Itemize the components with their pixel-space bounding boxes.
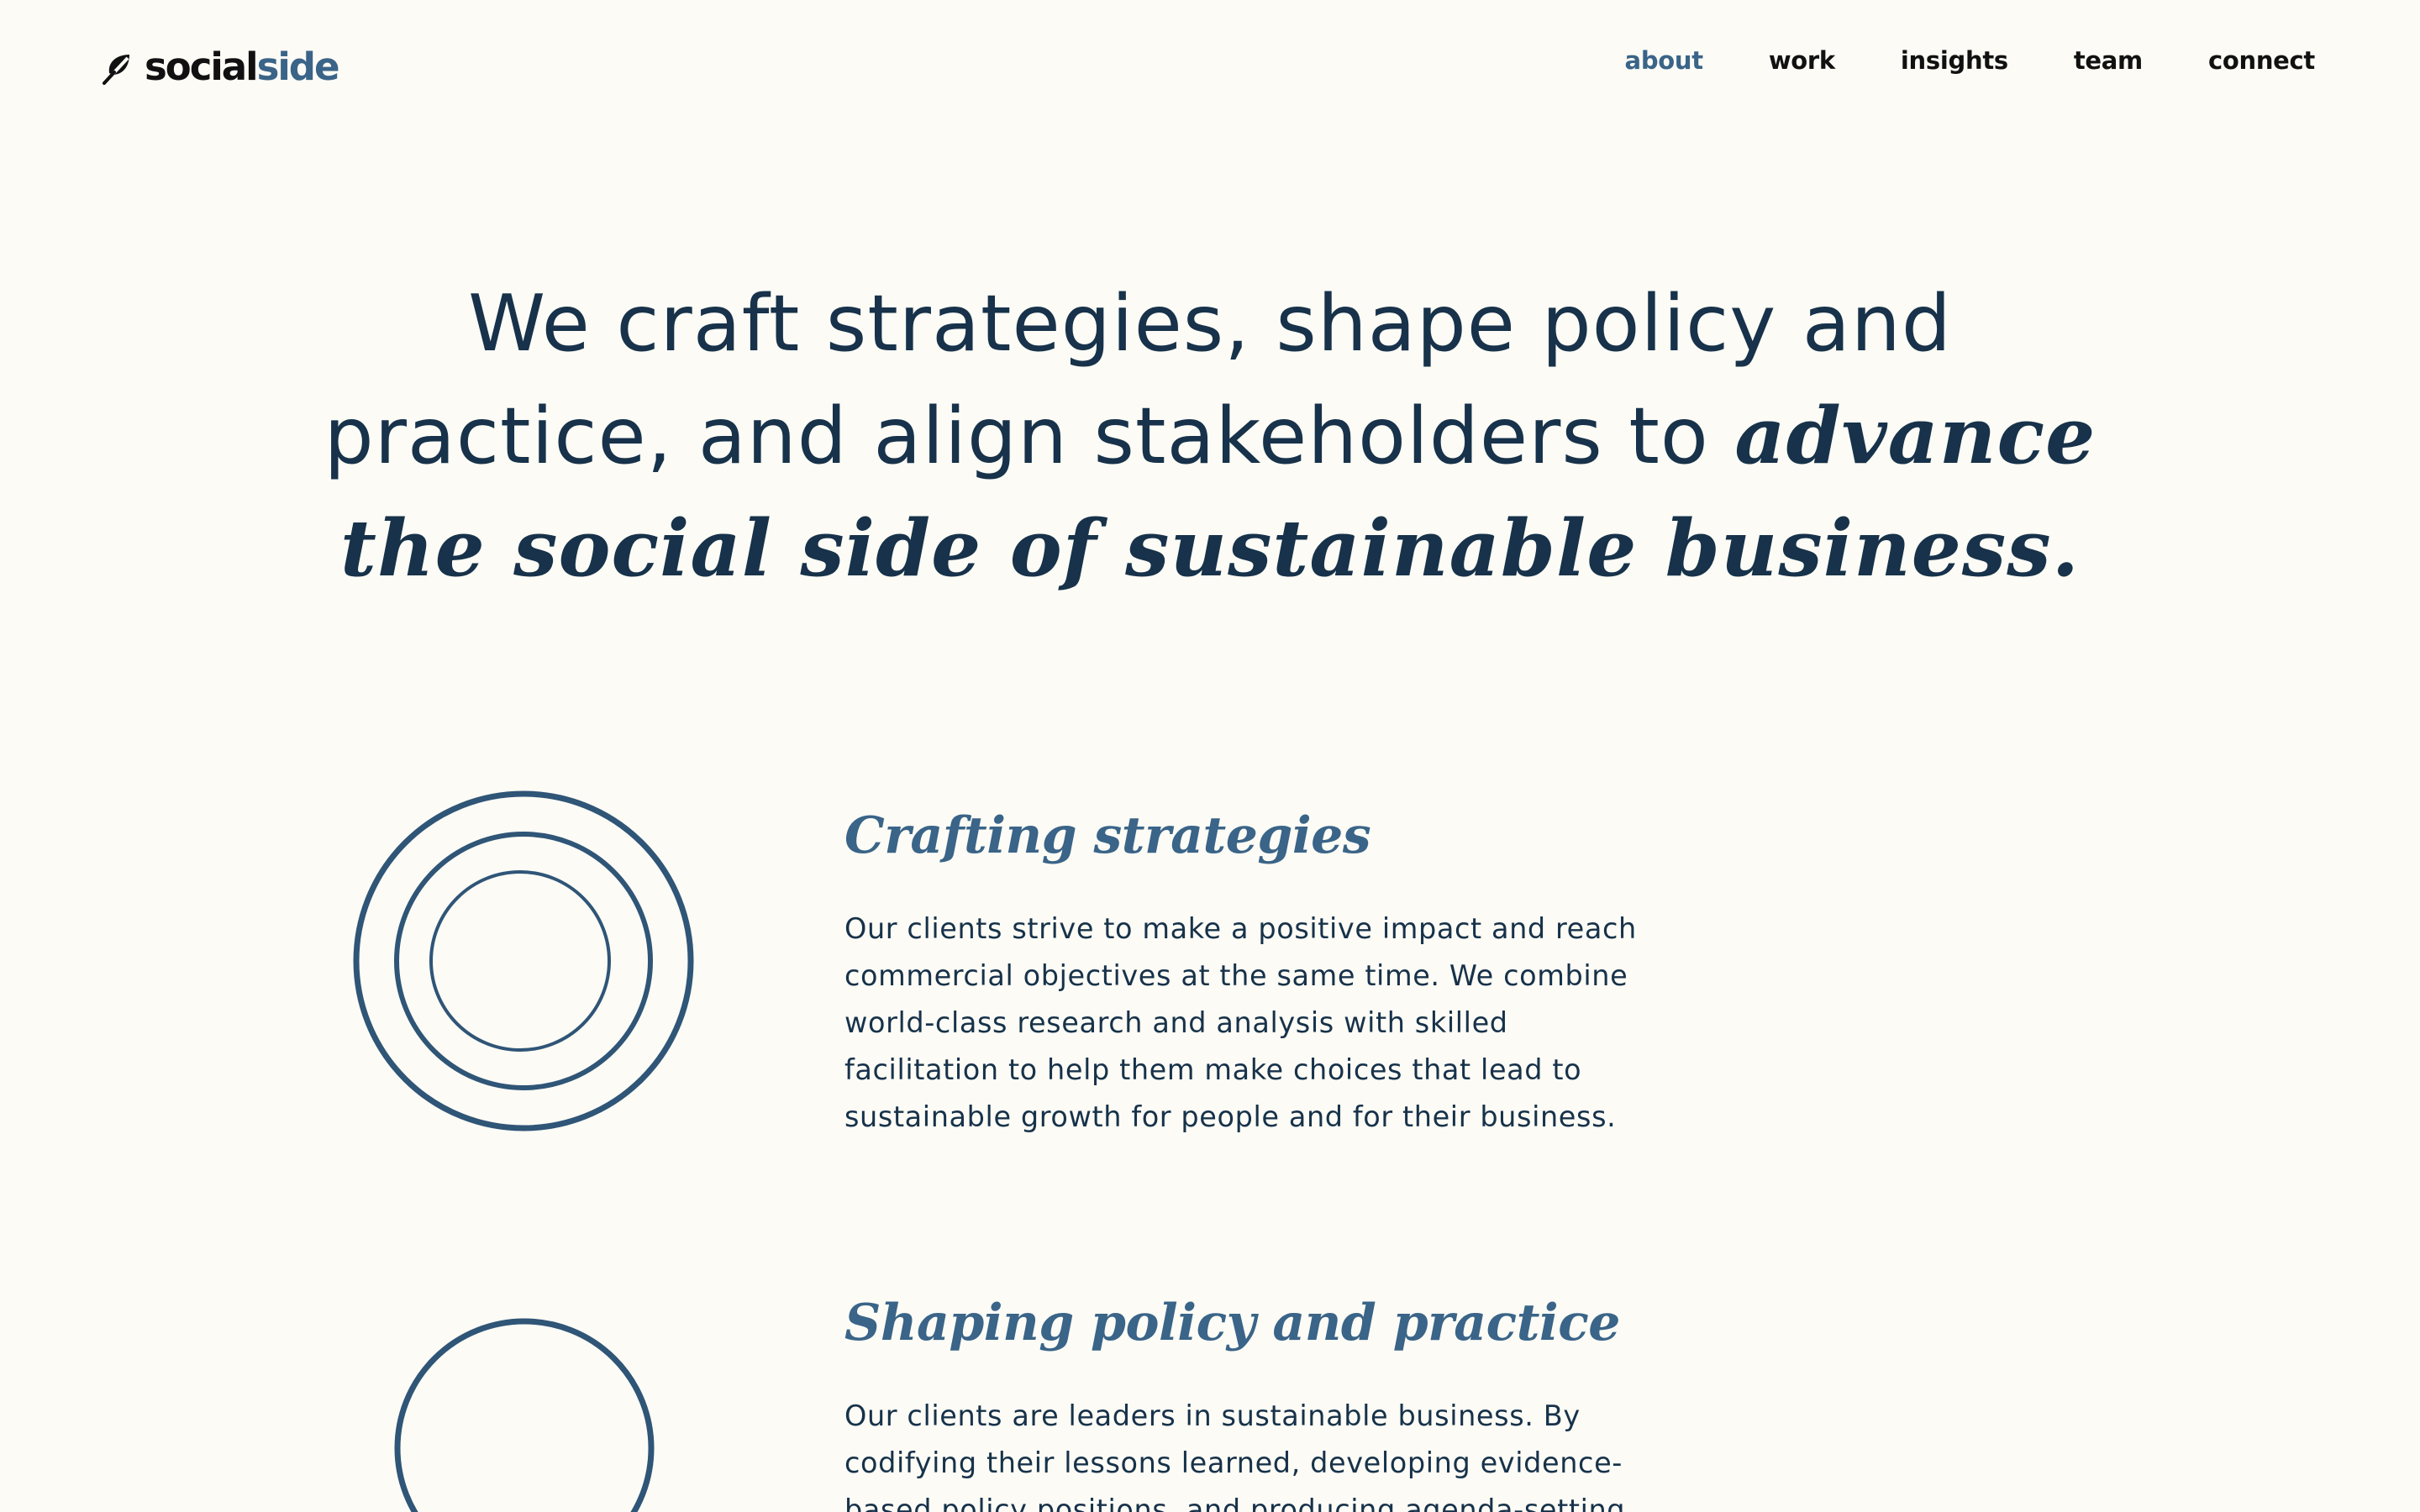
leaf-slash-icon — [103, 55, 129, 85]
logo-text: socialside — [145, 44, 340, 89]
hero-lead: We craft strategies, shape policy and pr… — [324, 278, 1952, 481]
site-header: socialside about work insights team conn… — [0, 0, 2420, 134]
nav-item-team[interactable]: team — [2074, 46, 2143, 75]
page: socialside about work insights team conn… — [0, 0, 2420, 1512]
nav-item-work[interactable]: work — [1769, 46, 1835, 75]
section-body-shaping-policy: Our clients are leaders in sustainable b… — [844, 1399, 1626, 1512]
main-nav: about work insights team connect — [1625, 46, 2316, 75]
section-title-crafting-strategies: Crafting strategies — [844, 806, 1371, 865]
concentric-circles-icon — [353, 790, 694, 1131]
circle-icon — [394, 1318, 655, 1512]
logo-text-accent: side — [256, 44, 340, 89]
section-body-crafting-strategies: Our clients strive to make a positive im… — [844, 912, 1637, 1133]
logo-text-main: social — [145, 44, 259, 89]
nav-item-about[interactable]: about — [1625, 46, 1704, 75]
section-title-shaping-policy: Shaping policy and practice — [844, 1294, 1620, 1352]
nav-item-insights[interactable]: insights — [1901, 46, 2008, 75]
hero-heading: We craft strategies, shape policy and pr… — [319, 267, 2101, 605]
nav-item-connect[interactable]: connect — [2208, 46, 2315, 75]
logo-link[interactable]: socialside — [103, 44, 340, 89]
